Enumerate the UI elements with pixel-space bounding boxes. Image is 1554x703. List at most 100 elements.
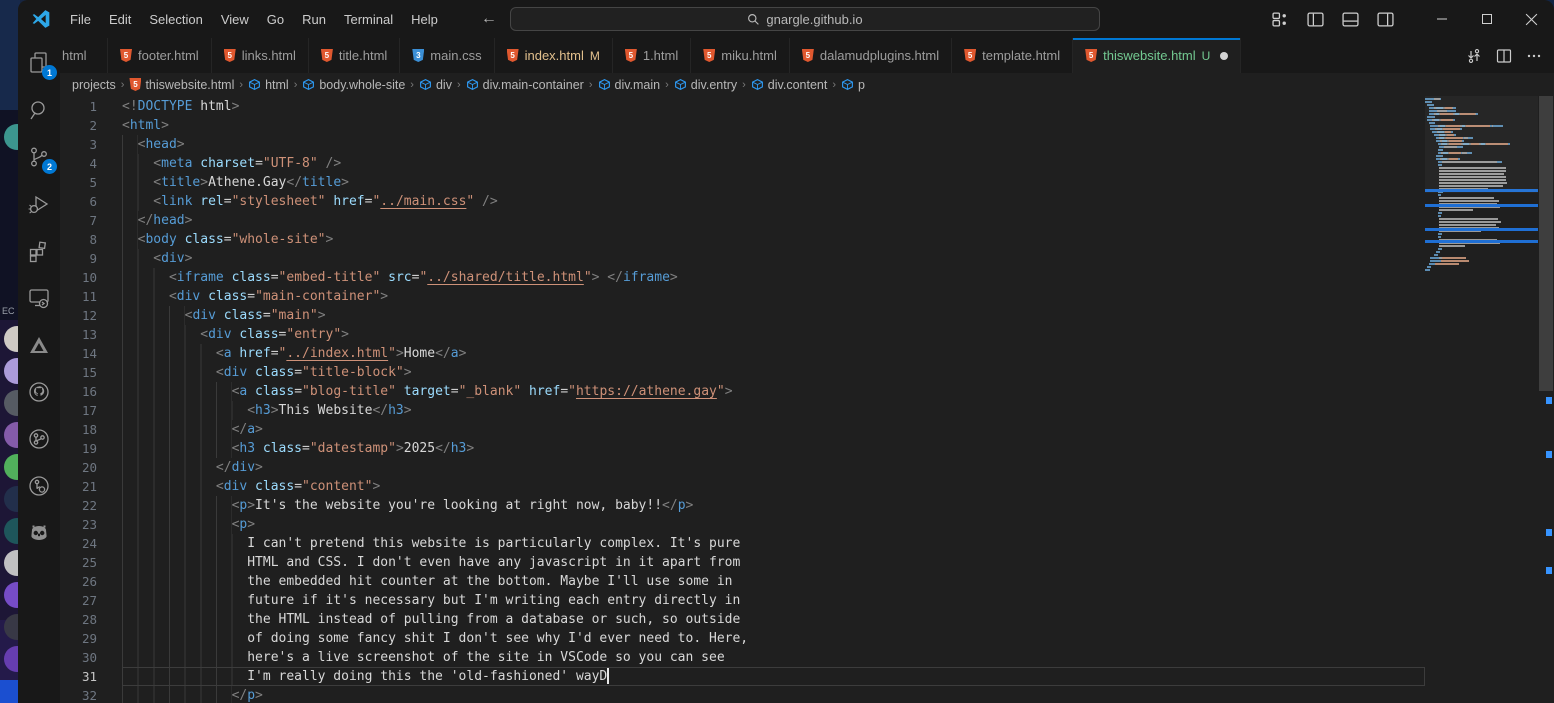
breadcrumb-item-div[interactable]: div <box>419 78 452 92</box>
code-line-5[interactable]: 5<title>Athene.Gay</title> <box>60 173 1425 192</box>
activity-item-gitlens[interactable] <box>23 469 55 503</box>
code-line-11[interactable]: 11<div class="main-container"> <box>60 287 1425 306</box>
menu-terminal[interactable]: Terminal <box>335 8 402 31</box>
breadcrumb-item-div-entry[interactable]: div.entry <box>674 78 737 92</box>
toggle-primary-sidebar-icon[interactable] <box>1307 11 1324 28</box>
activity-item-extensions[interactable] <box>23 234 55 268</box>
breadcrumb-item-projects[interactable]: projects <box>72 78 116 92</box>
code-line-22[interactable]: 22<p>It's the website you're looking at … <box>60 496 1425 515</box>
activity-item-source-control[interactable]: 2 <box>23 140 55 174</box>
command-center-search[interactable]: gnargle.github.io <box>510 7 1100 31</box>
token: div <box>177 289 200 304</box>
code-line-20[interactable]: 20</div> <box>60 458 1425 477</box>
menu-selection[interactable]: Selection <box>140 8 211 31</box>
code-line-29[interactable]: 29of doing some fancy shit I don't see w… <box>60 629 1425 648</box>
menu-go[interactable]: Go <box>258 8 293 31</box>
minimap-viewport[interactable] <box>1425 96 1538 193</box>
breadcrumb-item-html[interactable]: html <box>248 78 289 92</box>
activity-item-github[interactable] <box>23 375 55 409</box>
menu-file[interactable]: File <box>61 8 100 31</box>
close-button[interactable] <box>1509 0 1554 38</box>
maximize-button[interactable] <box>1464 0 1509 38</box>
menu-help[interactable]: Help <box>402 8 447 31</box>
code-line-23[interactable]: 23<p> <box>60 515 1425 534</box>
token: div <box>232 460 255 475</box>
toggle-panel-icon[interactable] <box>1342 11 1359 28</box>
tab-thiswebsite-html[interactable]: 5thiswebsite.htmlU <box>1073 38 1241 73</box>
tab-1-html[interactable]: 51.html <box>613 38 691 73</box>
code-line-30[interactable]: 30here's a live screenshot of the site i… <box>60 648 1425 667</box>
code-line-14[interactable]: 14<a href="../index.html">Home</a> <box>60 344 1425 363</box>
symbol-field-icon <box>598 78 611 91</box>
token: class <box>232 270 271 285</box>
activity-item-run-and-debug[interactable] <box>23 187 55 221</box>
code-line-32[interactable]: 32</p> <box>60 686 1425 703</box>
code-line-17[interactable]: 17<h3>This Website</h3> <box>60 401 1425 420</box>
code-area[interactable]: 1<!DOCTYPE html>2<html>3<head>4<meta cha… <box>60 96 1425 703</box>
split-editor-icon[interactable] <box>1496 48 1512 64</box>
code-line-21[interactable]: 21<div class="content"> <box>60 477 1425 496</box>
tab-dalamudplugins-html[interactable]: 5dalamudplugins.html <box>790 38 952 73</box>
breadcrumb-item-div-main-container[interactable]: div.main-container <box>466 78 584 92</box>
menu-view[interactable]: View <box>212 8 258 31</box>
activity-item-remote-explorer[interactable] <box>23 281 55 315</box>
code-line-18[interactable]: 18</a> <box>60 420 1425 439</box>
code-line-9[interactable]: 9<div> <box>60 249 1425 268</box>
code-line-8[interactable]: 8<body class="whole-site"> <box>60 230 1425 249</box>
breadcrumb-item-div-content[interactable]: div.content <box>751 78 828 92</box>
code-line-26[interactable]: 26the embedded hit counter at the bottom… <box>60 572 1425 591</box>
tab-miku-html[interactable]: 5miku.html <box>691 38 790 73</box>
minimize-button[interactable] <box>1419 0 1464 38</box>
code-line-28[interactable]: 28the HTML instead of pulling from a dat… <box>60 610 1425 629</box>
code-line-1[interactable]: 1<!DOCTYPE html> <box>60 97 1425 116</box>
tab-index-html[interactable]: 5index.htmlM <box>495 38 613 73</box>
code-line-15[interactable]: 15<div class="title-block"> <box>60 363 1425 382</box>
code-line-27[interactable]: 27future if it's necessary but I'm writi… <box>60 591 1425 610</box>
minimap[interactable] <box>1425 96 1538 703</box>
customize-layout-icon[interactable] <box>1272 11 1289 28</box>
code-line-10[interactable]: 10<iframe class="embed-title" src="../sh… <box>60 268 1425 287</box>
minimap-line <box>1425 263 1538 265</box>
tab-template-html[interactable]: 5template.html <box>952 38 1073 73</box>
scrollbar-decoration <box>1546 451 1552 458</box>
breadcrumb-item-div-main[interactable]: div.main <box>598 78 661 92</box>
tab-links-html[interactable]: 5links.html <box>212 38 309 73</box>
code-line-13[interactable]: 13<div class="entry"> <box>60 325 1425 344</box>
scrollbar-slider[interactable] <box>1539 96 1553 391</box>
menu-run[interactable]: Run <box>293 8 335 31</box>
code-line-12[interactable]: 12<div class="main"> <box>60 306 1425 325</box>
code-line-19[interactable]: 19<h3 class="datestamp">2025</h3> <box>60 439 1425 458</box>
more-actions-icon[interactable] <box>1526 48 1542 64</box>
tab-footer-html[interactable]: 5footer.html <box>108 38 212 73</box>
code-line-2[interactable]: 2<html> <box>60 116 1425 135</box>
tab-main-css[interactable]: 3main.css <box>400 38 494 73</box>
breadcrumb-item-body-whole-site[interactable]: body.whole-site <box>302 78 405 92</box>
code-line-31[interactable]: 31I'm really doing this the 'old-fashion… <box>60 667 1425 686</box>
code-line-4[interactable]: 4<meta charset="UTF-8" /> <box>60 154 1425 173</box>
token: "content" <box>302 479 372 494</box>
tab-html[interactable]: html <box>60 38 108 73</box>
activity-item-triangle-logo[interactable] <box>23 328 55 362</box>
code-line-25[interactable]: 25HTML and CSS. I don't even have any ja… <box>60 553 1425 572</box>
tab-title-html[interactable]: 5title.html <box>309 38 400 73</box>
code-line-24[interactable]: 24I can't pretend this website is partic… <box>60 534 1425 553</box>
activity-item-godot[interactable] <box>23 516 55 550</box>
menu-edit[interactable]: Edit <box>100 8 140 31</box>
code-line-6[interactable]: 6<link rel="stylesheet" href="../main.cs… <box>60 192 1425 211</box>
toggle-secondary-sidebar-icon[interactable] <box>1377 11 1394 28</box>
code-line-7[interactable]: 7</head> <box>60 211 1425 230</box>
nav-back-icon[interactable]: ← <box>481 10 497 28</box>
code-line-16[interactable]: 16<a class="blog-title" target="_blank" … <box>60 382 1425 401</box>
vertical-scrollbar[interactable] <box>1538 96 1554 703</box>
code-line-3[interactable]: 3<head> <box>60 135 1425 154</box>
breadcrumb-item-p[interactable]: p <box>841 78 865 92</box>
activity-item-search[interactable] <box>23 93 55 127</box>
activity-item-explorer[interactable]: 1 <box>23 46 55 80</box>
breadcrumb-item-thiswebsite-html[interactable]: 5thiswebsite.html <box>129 78 234 92</box>
github-icon <box>27 380 51 404</box>
open-changes-icon[interactable] <box>1466 48 1482 64</box>
tab-label: main.css <box>430 48 481 63</box>
editor-pane[interactable]: 1<!DOCTYPE html>2<html>3<head>4<meta cha… <box>60 96 1554 703</box>
line-number: 19 <box>60 439 122 458</box>
activity-item-git-graph[interactable] <box>23 422 55 456</box>
